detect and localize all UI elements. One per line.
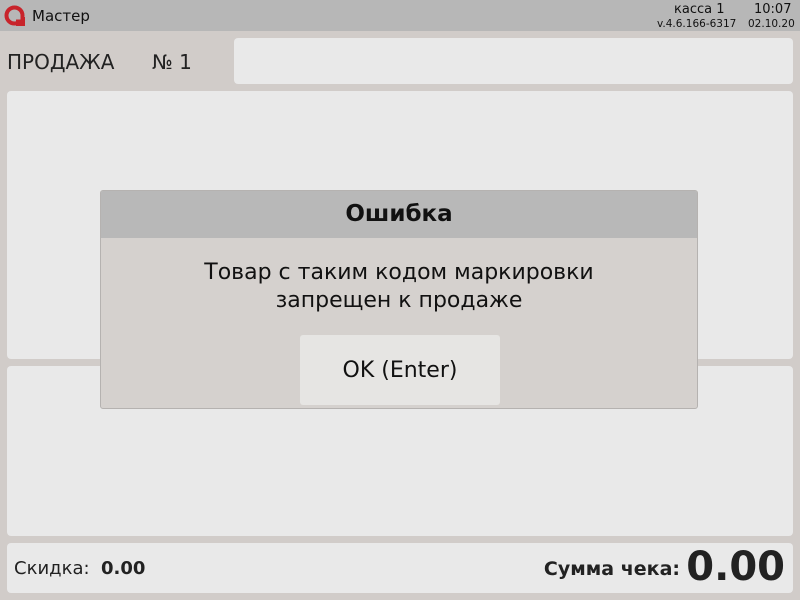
dialog-title: Ошибка — [345, 201, 453, 227]
modal-overlay: Ошибка Товар с таким кодом маркировки за… — [0, 0, 800, 600]
dialog-message-line: Товар с таким кодом маркировки — [204, 260, 594, 285]
dialog-message-line: запрещен к продаже — [275, 288, 523, 313]
dialog-header: Ошибка — [101, 191, 697, 238]
dialog-message: Товар с таким кодом маркировки запрещен … — [101, 259, 697, 315]
ok-button[interactable]: OK (Enter) — [300, 335, 500, 405]
error-dialog: Ошибка Товар с таким кодом маркировки за… — [100, 190, 698, 409]
